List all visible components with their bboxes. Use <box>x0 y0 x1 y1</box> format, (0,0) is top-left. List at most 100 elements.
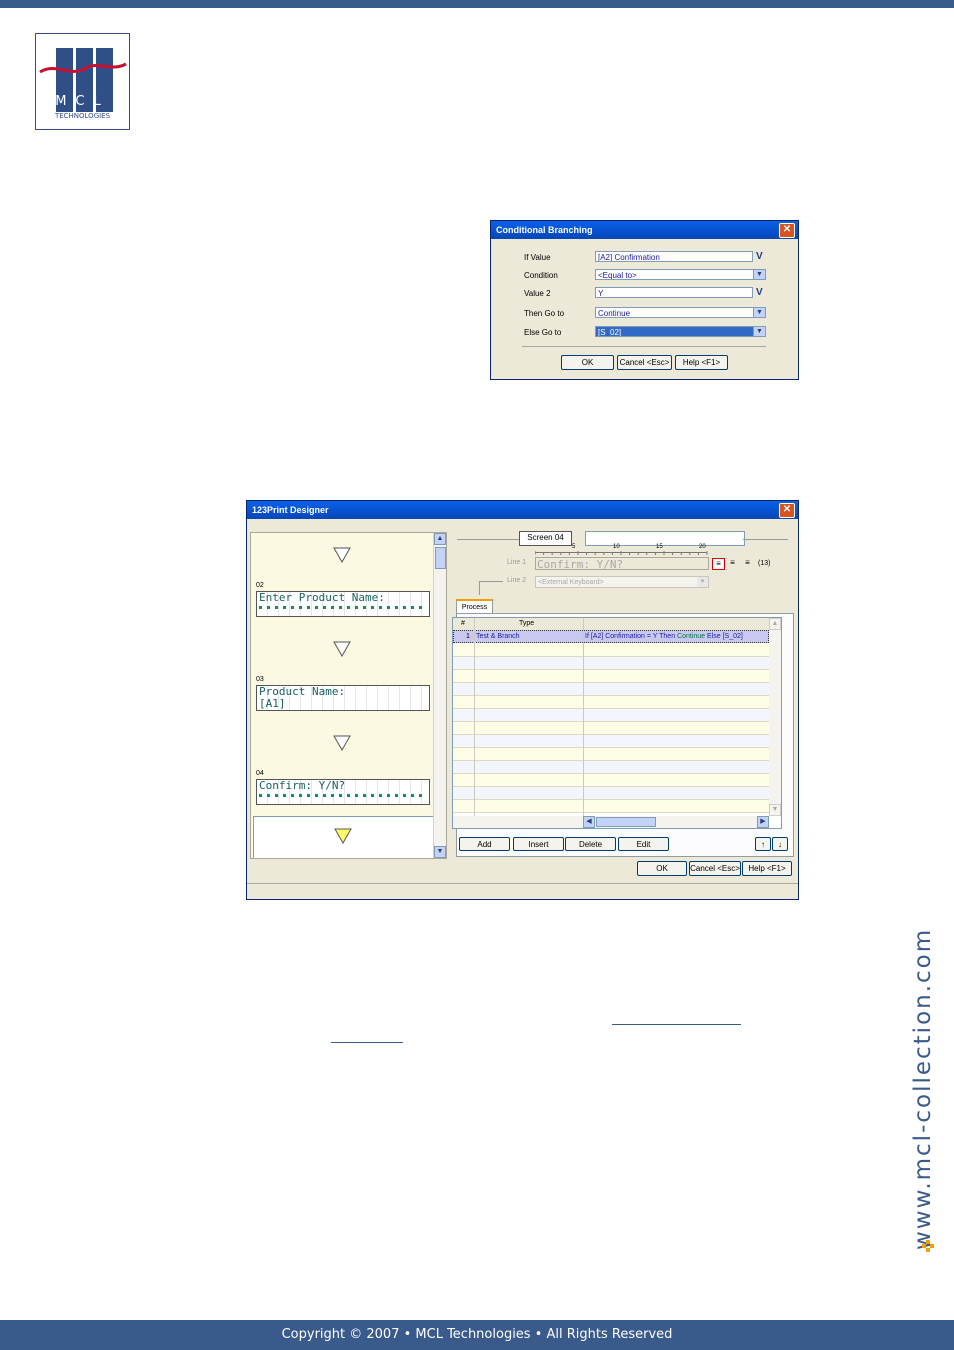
screen-preview[interactable]: Confirm: Y/N? <box>256 779 430 805</box>
table-row[interactable] <box>453 735 769 748</box>
website-url: www.mcl-collection.com <box>910 927 936 1250</box>
else-goto-value: [S_02] <box>598 328 622 337</box>
ruler-label: 20 <box>699 544 706 550</box>
insert-button[interactable]: Insert <box>513 837 564 851</box>
table-row[interactable] <box>453 644 769 657</box>
ruler-label: 10 <box>613 544 620 550</box>
grid-hscroll[interactable]: ◀ ▶ <box>453 816 769 828</box>
flow-arrow-icon <box>334 828 352 844</box>
top-bar <box>0 0 954 8</box>
chevron-down-icon[interactable]: ▼ <box>769 804 781 816</box>
table-row[interactable] <box>453 748 769 761</box>
ok-button[interactable]: OK <box>561 355 614 370</box>
screen-line1: Enter Product Name: <box>259 591 385 604</box>
row-num: 1 <box>466 633 470 640</box>
table-row[interactable] <box>453 696 769 709</box>
chevron-down-icon[interactable]: ▼ <box>753 308 765 317</box>
delete-button[interactable]: Delete <box>565 837 616 851</box>
grid-column-divider <box>583 618 584 816</box>
else-goto-dropdown[interactable]: [S_02] ▼ <box>595 326 766 337</box>
screen-number: 04 <box>256 770 264 777</box>
footer: Copyright © 2007 • MCL Technologies • Al… <box>0 1320 954 1350</box>
screen-preview[interactable]: Product Name: [A1] <box>256 685 430 711</box>
line2-connector <box>479 581 480 595</box>
screen-name-input[interactable] <box>585 531 745 546</box>
logo-tagline: TECHNOLOGIES <box>54 112 111 120</box>
table-row[interactable] <box>453 657 769 670</box>
table-row[interactable] <box>453 709 769 722</box>
then-goto-dropdown[interactable]: Continue ▼ <box>595 307 766 318</box>
logo-wave-icon <box>39 62 127 74</box>
add-button[interactable]: Add <box>459 837 510 851</box>
designer-title: 123Print Designer <box>252 505 329 515</box>
grid-vscroll[interactable]: ▲ ▼ <box>769 618 781 816</box>
table-row[interactable] <box>453 774 769 787</box>
value2-field[interactable]: Y <box>595 287 753 298</box>
line2-dropdown[interactable]: <External Keyboard> ▼ <box>535 576 709 588</box>
cancel-button[interactable]: Cancel <Esc> <box>617 355 672 370</box>
screen-line1: Confirm: Y/N? <box>259 779 346 792</box>
cancel-button[interactable]: Cancel <Esc> <box>689 861 741 876</box>
table-row[interactable] <box>453 761 769 774</box>
input-dots <box>259 606 427 609</box>
hyperlink-underline[interactable] <box>331 1042 403 1043</box>
condition-value: <Equal to> <box>598 271 637 280</box>
copyright-text: Copyright © 2007 • MCL Technologies • Al… <box>281 1327 673 1342</box>
chevron-up-icon[interactable]: ▲ <box>434 533 446 545</box>
table-row[interactable]: 1 Test & Branch If [A2] Confirmation = Y… <box>453 630 769 643</box>
condition-dropdown[interactable]: <Equal to> ▼ <box>595 269 766 280</box>
input-dots <box>259 794 427 797</box>
align-center-icon[interactable]: ≡ <box>727 558 738 568</box>
chevron-down-icon[interactable]: ▼ <box>753 327 765 336</box>
table-row[interactable] <box>453 683 769 696</box>
chevron-down-icon[interactable]: ▼ <box>434 846 446 858</box>
close-icon[interactable]: ✕ <box>779 223 795 238</box>
table-row[interactable] <box>453 800 769 813</box>
scroll-thumb[interactable] <box>596 817 656 827</box>
if-value-label: If Value <box>524 253 551 262</box>
variable-picker-icon[interactable]: V <box>756 251 766 262</box>
table-row[interactable] <box>453 787 769 800</box>
chevron-down-icon[interactable]: ▼ <box>697 577 708 587</box>
help-button[interactable]: Help <F1> <box>675 355 728 370</box>
logo-letters: MCL <box>55 94 110 109</box>
chevron-up-icon[interactable]: ▲ <box>769 618 781 630</box>
char-count: (13) <box>758 560 771 567</box>
table-row[interactable] <box>453 670 769 683</box>
move-down-button[interactable]: ↓ <box>772 837 788 851</box>
flow-scrollbar[interactable]: ▲ ▼ <box>433 533 446 858</box>
hyperlink-underline[interactable] <box>612 1024 741 1025</box>
header-line <box>743 539 788 540</box>
screen-preview[interactable]: Enter Product Name: <box>256 591 430 617</box>
ruler-label: 15 <box>656 544 663 550</box>
dialog-title: Conditional Branching <box>496 225 593 235</box>
table-row[interactable] <box>453 722 769 735</box>
row-detail-then: Continue <box>677 633 706 640</box>
ruler-ticks <box>535 551 708 555</box>
grid-column-divider <box>474 618 475 816</box>
flow-arrow-icon <box>333 547 351 563</box>
screen-label-box: Screen 04 <box>519 531 572 546</box>
variable-picker-icon[interactable]: V <box>756 287 766 298</box>
move-up-button[interactable]: ↑ <box>755 837 771 851</box>
flow-arrow-icon <box>333 735 351 751</box>
align-left-icon[interactable]: ≡ <box>712 558 725 570</box>
ok-button[interactable]: OK <box>637 861 687 876</box>
chevron-left-icon[interactable]: ◀ <box>583 816 595 828</box>
row-detail-prefix: If [A2] Confirmation = Y Then <box>585 633 678 640</box>
if-value-field[interactable]: [A2] Confirmation <box>595 251 753 262</box>
line2-connector <box>479 581 503 582</box>
edit-button[interactable]: Edit <box>618 837 669 851</box>
screen-number: 02 <box>256 582 264 589</box>
chevron-right-icon[interactable]: ▶ <box>757 816 769 828</box>
selected-flow-node[interactable] <box>253 816 436 858</box>
mcl-logo: MCL TECHNOLOGIES <box>35 33 130 130</box>
screen-line2: [A1] <box>259 697 286 710</box>
align-right-icon[interactable]: ≡ <box>742 558 753 568</box>
help-button[interactable]: Help <F1> <box>742 861 792 876</box>
line1-input[interactable]: Confirm: Y/N? <box>535 557 709 571</box>
scroll-thumb[interactable] <box>435 547 446 569</box>
close-icon[interactable]: ✕ <box>779 503 795 518</box>
flow-arrow-icon <box>333 641 351 657</box>
chevron-down-icon[interactable]: ▼ <box>753 270 765 279</box>
